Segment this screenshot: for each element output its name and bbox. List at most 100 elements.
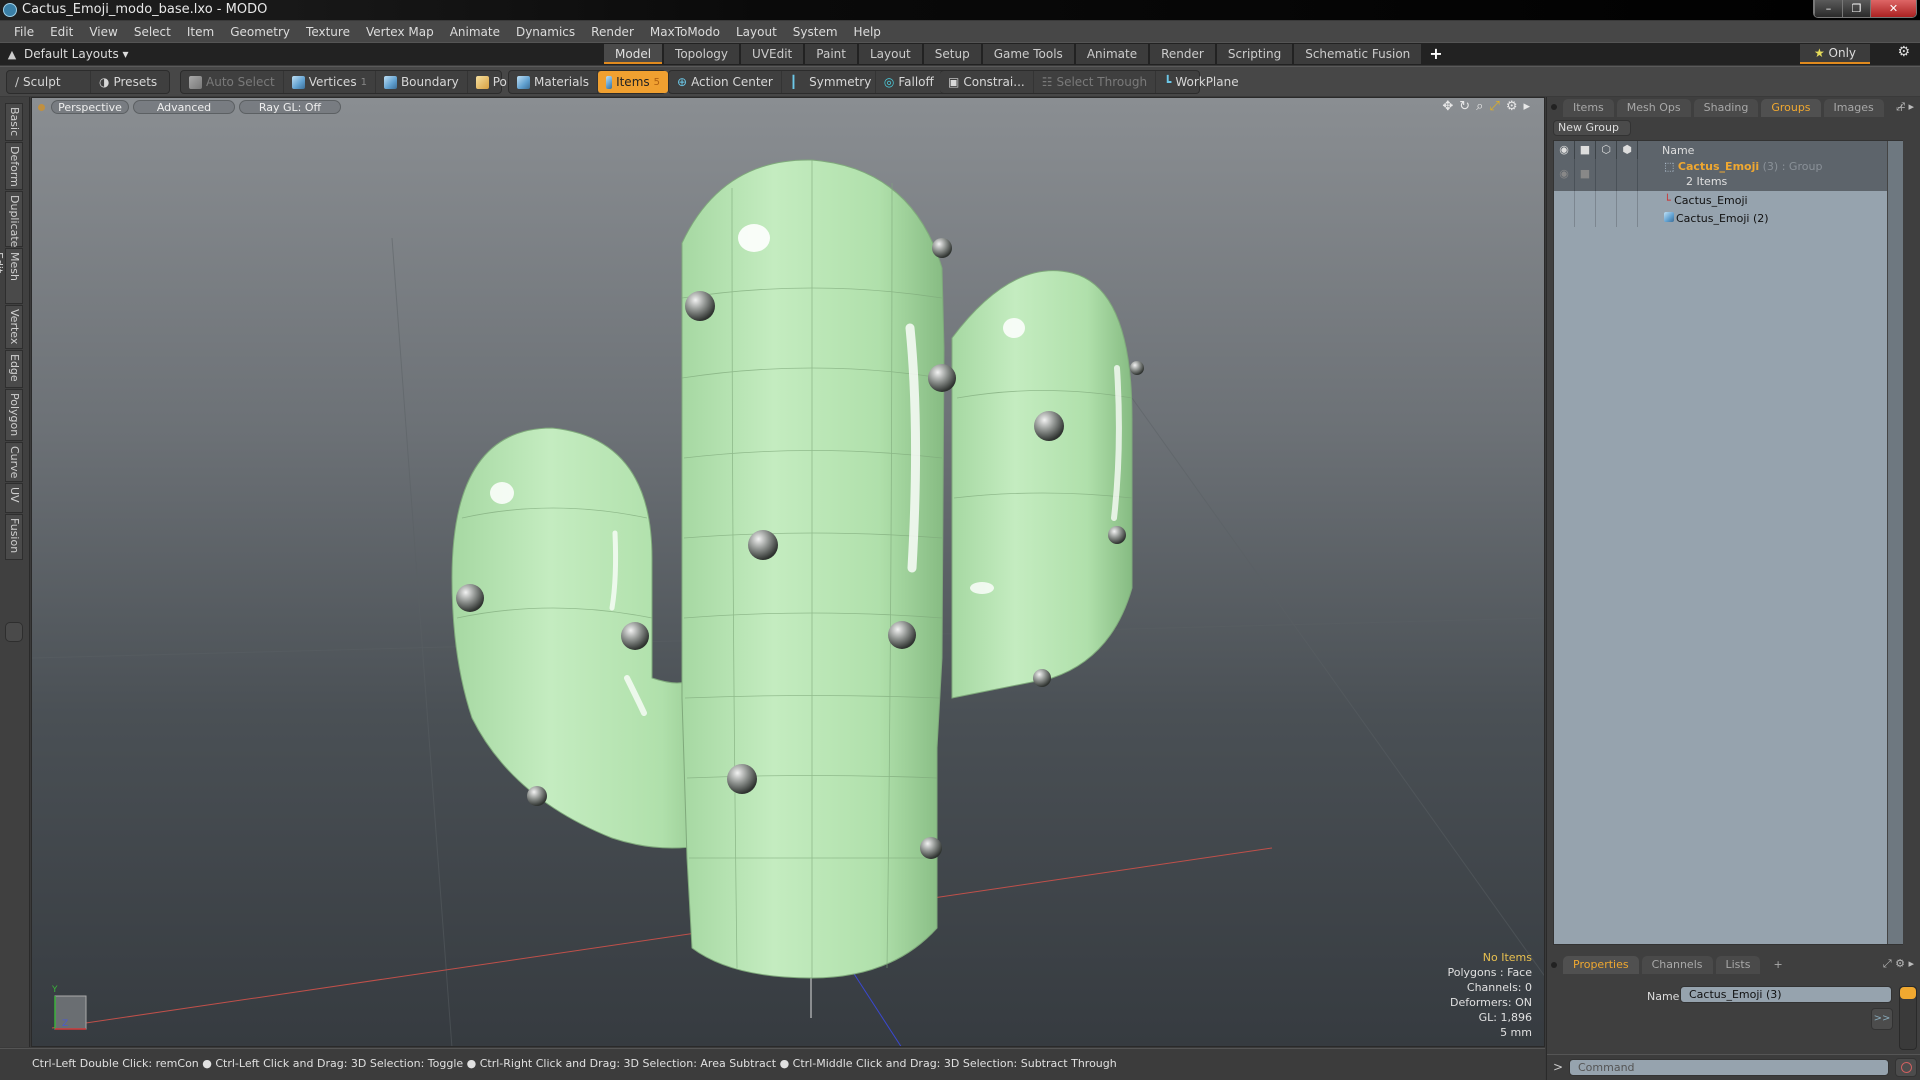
name-field[interactable]: Cactus_Emoji (3) [1680,986,1892,1003]
vtab-deform[interactable]: Deform [5,142,23,190]
vertices-button[interactable]: Vertices 1 [284,71,376,93]
vtab-fusion[interactable]: Fusion [5,514,23,560]
record-macro-button[interactable] [1895,1058,1917,1077]
menu-help[interactable]: Help [846,25,889,39]
new-group-button[interactable]: New Group [1553,120,1631,136]
properties-scrollbar[interactable] [1899,986,1917,1050]
panel-expand-icon[interactable]: ⤢ ▸ [1896,100,1914,114]
menu-render[interactable]: Render [583,25,642,39]
presets-button[interactable]: ◑ Presets [91,71,165,93]
workplane-button[interactable]: ┗ WorkPlane [1156,71,1247,93]
menu-view[interactable]: View [81,25,125,39]
viewport-indicator-icon[interactable] [38,103,45,111]
tab-uvedit[interactable]: UVEdit [741,44,804,64]
menu-layout[interactable]: Layout [728,25,785,39]
vtab-mesh-edit[interactable]: Mesh Edit [0,248,23,304]
action-center-button[interactable]: ⊕ Action Center [669,71,782,93]
menu-file[interactable]: File [6,25,42,39]
tab-channels[interactable]: Channels [1641,956,1713,974]
tab-layout[interactable]: Layout [858,44,922,64]
expand-arrow-icon[interactable]: ▸ [1523,99,1530,114]
command-input[interactable]: Command [1569,1059,1889,1076]
vtab-basic[interactable]: Basic [5,103,23,141]
tab-animate[interactable]: Animate [1075,44,1149,64]
default-layouts-dropdown[interactable]: Default Layouts ▾ [24,47,129,61]
items-button[interactable]: Items 5 [598,71,669,93]
visibility-toggle[interactable]: ◉ [1554,159,1575,191]
tab-items[interactable]: Items [1563,99,1614,117]
select-through-button[interactable]: ☷ Select Through [1034,71,1157,93]
rotate-view-icon[interactable]: ↻ [1459,99,1470,114]
groups-scrollbar[interactable] [1887,141,1903,944]
shading-dropdown[interactable]: Advanced [133,100,235,114]
menu-animate[interactable]: Animate [442,25,508,39]
add-tab-button[interactable]: + [1423,44,1448,64]
raygl-toggle[interactable]: Ray GL: Off [239,100,341,114]
vtab-vertex[interactable]: Vertex [5,305,23,349]
properties-controls-icon[interactable]: ⤢ ⚙ ▸ [1883,957,1914,971]
vtab-duplicate[interactable]: Duplicate [5,191,23,247]
menu-geometry[interactable]: Geometry [222,25,298,39]
tab-setup[interactable]: Setup [923,44,981,64]
constraints-button[interactable]: ▣ Constrai... [940,71,1034,93]
render-column-icon[interactable]: ■ [1575,141,1596,159]
close-button[interactable]: ✕ [1870,0,1916,17]
palette-toggle-button[interactable] [5,622,23,642]
tab-scripting[interactable]: Scripting [1216,44,1293,64]
vtab-curve[interactable]: Curve [5,442,23,482]
symmetry-button[interactable]: ┃ Symmetry [782,71,876,93]
list-item[interactable]: └ Cactus_Emoji [1554,191,1902,209]
tab-mesh-ops[interactable]: Mesh Ops [1616,99,1691,117]
settings-icon[interactable]: ⚙ [1506,99,1518,114]
auto-select-button[interactable]: Auto Select [181,71,284,93]
minimize-button[interactable]: – [1814,0,1842,17]
menu-system[interactable]: System [785,25,846,39]
3d-viewport[interactable]: Y Z Perspective Advanced Ray GL: Off ✥ ↻… [31,97,1545,1047]
list-item[interactable]: Cactus_Emoji (2) [1554,209,1902,227]
menu-maxtomodo[interactable]: MaxToModo [642,25,728,39]
lock-column-icon[interactable]: ⬡ [1596,141,1617,159]
tab-schematic-fusion[interactable]: Schematic Fusion [1294,44,1422,64]
zoom-view-icon[interactable]: ⌕ [1476,99,1483,114]
tab-topology[interactable]: Topology [664,44,740,64]
vtab-uv[interactable]: UV [5,483,23,513]
select-column-icon[interactable]: ⬢ [1617,141,1638,159]
sculpt-button[interactable]: ∕ Sculpt [7,71,91,93]
more-button[interactable]: >> [1871,1008,1893,1030]
menu-item[interactable]: Item [179,25,222,39]
tab-game-tools[interactable]: Game Tools [982,44,1074,64]
name-column-header[interactable]: Name [1638,144,1694,157]
boundary-button[interactable]: Boundary [376,71,468,93]
group-row[interactable]: ◉ ■ ⬚ Cactus_Emoji (3) : Group 2 Items [1554,159,1902,191]
menu-texture[interactable]: Texture [298,25,358,39]
vtab-polygon[interactable]: Polygon [5,389,23,441]
cactus-mesh[interactable] [451,159,1133,979]
restore-button[interactable]: ❐ [1842,0,1870,17]
tab-model[interactable]: Model [604,44,663,64]
lock-toggle[interactable] [1596,159,1617,191]
vtab-edge[interactable]: Edge [5,350,23,388]
add-properties-tab-button[interactable]: + [1763,956,1792,974]
move-view-icon[interactable]: ✥ [1442,99,1453,114]
view-type-dropdown[interactable]: Perspective [51,100,129,114]
visibility-column-icon[interactable]: ◉ [1554,141,1575,159]
tab-paint[interactable]: Paint [805,44,857,64]
scroll-knob[interactable] [1900,987,1916,999]
tab-shading[interactable]: Shading [1693,99,1759,117]
menu-select[interactable]: Select [126,25,179,39]
menu-vertex-map[interactable]: Vertex Map [358,25,442,39]
maximize-view-icon[interactable]: ⤢ [1489,99,1499,114]
layout-up-icon[interactable]: ▲ [0,48,24,61]
gear-icon[interactable]: ⚙ [1897,44,1910,60]
tab-images[interactable]: Images [1823,99,1884,117]
tab-groups[interactable]: Groups [1761,99,1821,117]
tab-lists[interactable]: Lists [1715,956,1761,974]
render-toggle[interactable]: ■ [1575,159,1596,191]
materials-button[interactable]: Materials [509,71,599,93]
only-toggle[interactable]: ★ Only [1800,44,1870,64]
menu-edit[interactable]: Edit [42,25,81,39]
select-toggle[interactable] [1617,159,1638,191]
tab-properties[interactable]: Properties [1563,956,1639,974]
menu-dynamics[interactable]: Dynamics [508,25,583,39]
tab-render[interactable]: Render [1150,44,1215,64]
